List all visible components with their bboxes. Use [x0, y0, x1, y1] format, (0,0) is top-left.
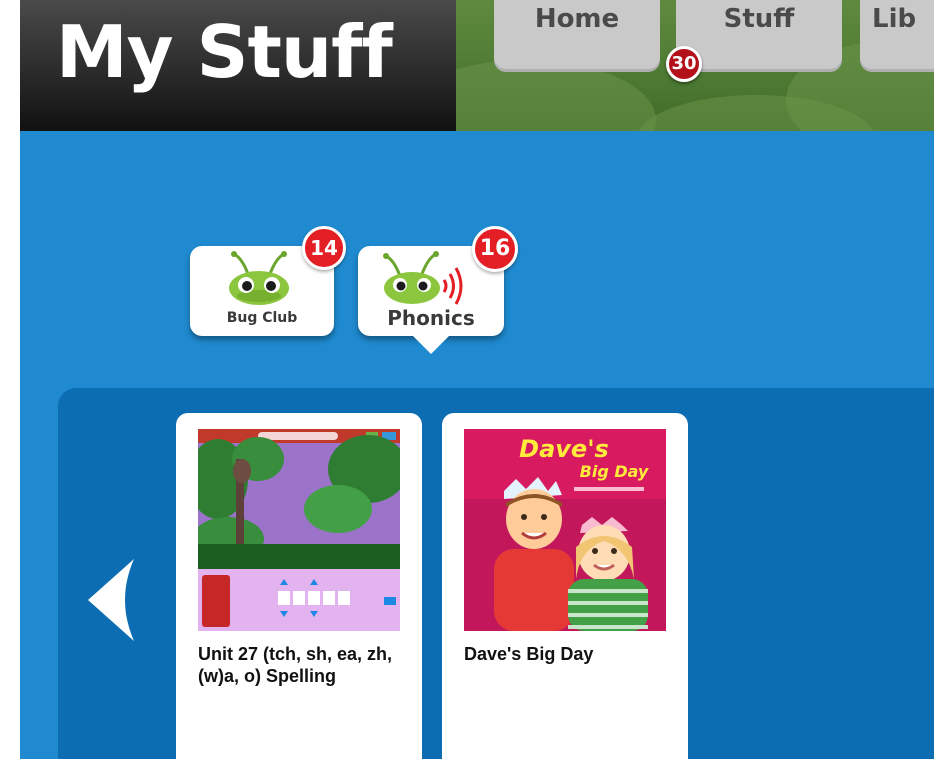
category-phonics-label: Phonics [387, 306, 475, 330]
nav-tab-home-label: Home [534, 4, 620, 34]
bug-club-count-badge: 14 [302, 226, 346, 270]
selected-category-pointer [413, 336, 449, 354]
cover-title-line2: Big Day [580, 462, 649, 481]
daves-big-day-cover: Dave's Big Day [464, 429, 666, 631]
phonics-count-badge: 16 [472, 226, 518, 272]
item-card-spelling-unit-27[interactable]: Unit 27 (tch, sh, ea, zh, (w)a, o) Spell… [176, 413, 422, 773]
item-title: Dave's Big Day [464, 644, 594, 664]
spelling-game-thumbnail [198, 429, 400, 631]
nav-tab-stuff-label: Stuff [723, 4, 795, 34]
cover-title-line1: Dave's [519, 435, 609, 463]
stuff-count-badge: 30 [666, 46, 702, 82]
nav-tab-library-label: Lib [872, 4, 917, 34]
nav-tab-home[interactable]: Home [494, 0, 660, 72]
header: My Stuff Home Stuff Lib 30 [20, 0, 934, 131]
scroll-left-arrow-icon[interactable] [82, 555, 142, 645]
title-banner: My Stuff [20, 0, 456, 131]
content-area: Bug Club 14 Phonics 16 Unit 27 (tch, sh,… [20, 131, 934, 773]
bug-club-icon [229, 251, 289, 305]
category-bug-club-label: Bug Club [226, 310, 298, 326]
category-phonics[interactable]: Phonics 16 [358, 226, 518, 336]
category-bug-club[interactable]: Bug Club 14 [190, 226, 346, 336]
nav-tab-library[interactable]: Lib [860, 0, 934, 72]
item-card-daves-big-day[interactable]: Dave's Big Day Dave's Big Day [442, 413, 688, 773]
page-title: My Stuff [56, 10, 393, 94]
phonics-bug-icon [383, 251, 463, 305]
item-title: Unit 27 (tch, sh, ea, zh, (w)a, o) Spell… [198, 644, 393, 686]
